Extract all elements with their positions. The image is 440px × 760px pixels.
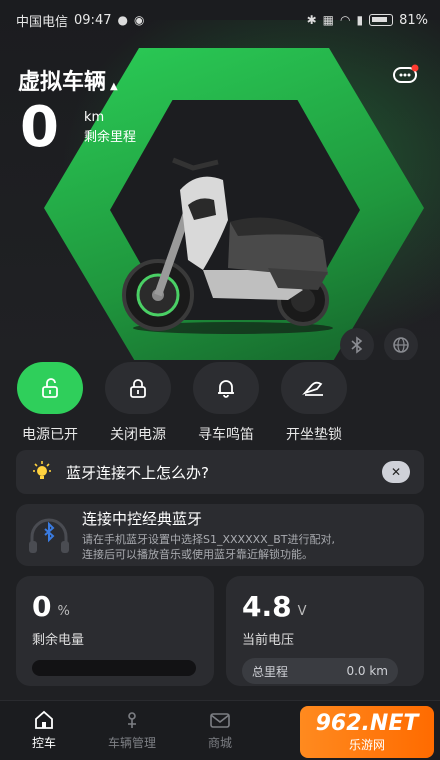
control-row: 电源已开 关闭电源 寻车鸣笛 开坐垫锁 [0,362,440,444]
horn-control[interactable]: 寻车鸣笛 [190,362,262,444]
tab-label: 车辆管理 [107,736,156,750]
signal-icon: ▮ [356,13,364,27]
horn-button[interactable] [193,362,259,414]
tab-shop[interactable]: 商城 [176,701,264,760]
tab-vehicle-management[interactable]: 车辆管理 [88,701,176,760]
bluetooth-button[interactable] [340,328,374,360]
scooter-icon [128,712,136,728]
site-watermark: 962.NET 乐游网 [300,706,434,758]
status-bar: 中国电信 09:47 ● ◉ ✱ ▦ ◠ ▮ 81% [0,0,440,40]
control-label: 开坐垫锁 [286,427,342,443]
clock: 09:47 [74,12,112,28]
dropdown-caret-icon: ▲ [110,81,118,92]
bell-icon [218,380,234,398]
seat-icon [302,381,323,396]
mileage-value: 0.0 km [346,664,388,678]
notification-icon: ◉ [133,13,145,27]
wifi-icon: ◠ [340,13,351,27]
voltage-unit: V [297,604,307,619]
voltage-label: 当前电压 [242,633,295,648]
bluetooth-icon [351,336,363,354]
message-icon: ● [117,13,128,27]
lightbulb-icon [33,461,51,479]
power-off-button[interactable] [105,362,171,414]
tip-text: 蓝牙连接不上怎么办? [66,463,209,482]
watermark-main: 962.NET [315,711,419,736]
voltage-card[interactable]: 4.8 V 当前电压 总里程 0.0 km [226,576,424,686]
battery-level-bar [32,660,196,676]
total-mileage-pill: 总里程 0.0 km [242,658,398,684]
power-on-button[interactable] [17,362,83,414]
battery-label: 剩余电量 [32,633,85,648]
tab-label: 控车 [31,736,56,750]
headphone-bluetooth-icon [29,518,69,553]
tab-control[interactable]: 控车 [0,701,88,760]
watermark-sub: 乐游网 [348,738,385,752]
battery-card[interactable]: 0 % 剩余电量 [16,576,214,686]
bluetooth-card[interactable]: 连接中控经典蓝牙 请在手机蓝牙设置中选择S1_XXXXXX_BT进行配对, 连接… [16,504,424,566]
globe-icon [393,337,409,353]
control-label: 寻车鸣笛 [198,427,254,443]
network-button[interactable] [384,328,418,360]
bluetooth-card-title: 连接中控经典蓝牙 [82,509,203,528]
chat-icon[interactable] [392,64,420,88]
home-icon [35,710,53,729]
range-unit: km [84,110,105,125]
control-label: 电源已开 [22,427,78,443]
bluetooth-card-desc: 连接后可以播放音乐或使用蓝牙靠近解锁功能。 [82,547,313,561]
scooter-image [122,157,333,334]
hero-panel: 虚拟车辆 ▲ 0 km 剩余里程 [0,0,440,360]
nfc-icon: ▦ [322,13,334,27]
mileage-label: 总里程 [252,664,289,679]
unlock-icon [42,378,58,398]
seat-lock-control[interactable]: 开坐垫锁 [278,362,350,444]
vehicle-name[interactable]: 虚拟车辆 ▲ [18,64,118,96]
bluetooth-tip-banner[interactable]: 蓝牙连接不上怎么办? ✕ [16,450,424,494]
vehicle-name-text: 虚拟车辆 [18,70,107,95]
range-label: 剩余里程 [84,130,137,145]
voltage-value: 4.8 [242,590,292,623]
bluetooth-status-icon: ✱ [306,13,317,27]
tab-label: 商城 [207,736,232,750]
mail-icon [210,713,230,728]
range-value: 0 [20,95,59,160]
power-off-control[interactable]: 关闭电源 [102,362,174,444]
power-on-control[interactable]: 电源已开 [14,362,86,444]
battery-value: 0 [32,590,52,623]
battery-icon [369,14,394,26]
bluetooth-card-desc: 请在手机蓝牙设置中选择S1_XXXXXX_BT进行配对, [82,532,335,546]
control-label: 关闭电源 [110,427,166,443]
battery-unit: % [57,604,70,619]
close-icon[interactable]: ✕ [382,461,410,483]
seat-lock-button[interactable] [281,362,347,414]
carrier: 中国电信 [16,14,69,30]
battery-percent: 81% [399,12,428,28]
lock-icon [130,379,146,398]
